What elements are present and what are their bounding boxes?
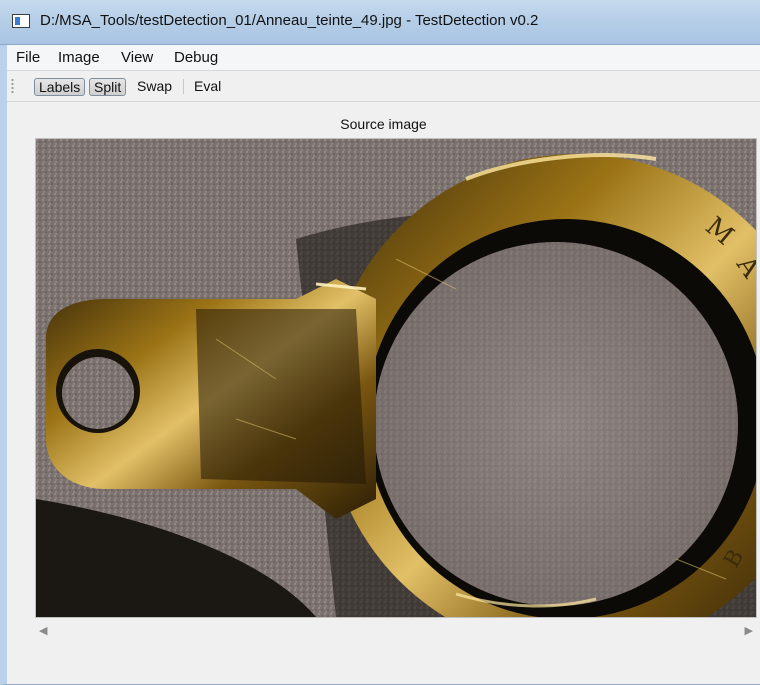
chevron-left-icon[interactable]: ◀ [39,624,47,637]
app-window-icon [12,14,30,28]
toolbar: Labels Split Swap Eval [7,71,760,102]
toolbar-grip-handle[interactable] [11,78,14,94]
toolbar-separator [183,79,184,94]
labels-toggle-button[interactable]: Labels [34,78,86,96]
image-caption: Source image [340,116,427,132]
menu-debug[interactable]: Debug [169,48,223,67]
window-title: D:/MSA_Tools/testDetection_01/Anneau_tei… [40,12,539,29]
menu-view[interactable]: View [116,48,158,67]
chevron-right-icon[interactable]: ▶ [745,624,753,637]
title-bar[interactable]: D:/MSA_Tools/testDetection_01/Anneau_tei… [0,0,760,45]
source-image-view[interactable]: M A B [35,138,757,618]
app-window: D:/MSA_Tools/testDetection_01/Anneau_tei… [0,0,760,685]
source-image: M A B [36,139,756,617]
menu-file[interactable]: File [11,48,45,67]
swap-button[interactable]: Swap [137,78,172,96]
menu-bar: File Image View Debug [7,45,760,71]
main-content: Source image M A B ◀ ▶ [7,102,760,684]
horizontal-scrollbar[interactable]: ◀ ▶ [35,622,755,640]
split-toggle-button[interactable]: Split [89,78,127,96]
eval-button[interactable]: Eval [194,78,221,96]
menu-image[interactable]: Image [53,48,105,67]
